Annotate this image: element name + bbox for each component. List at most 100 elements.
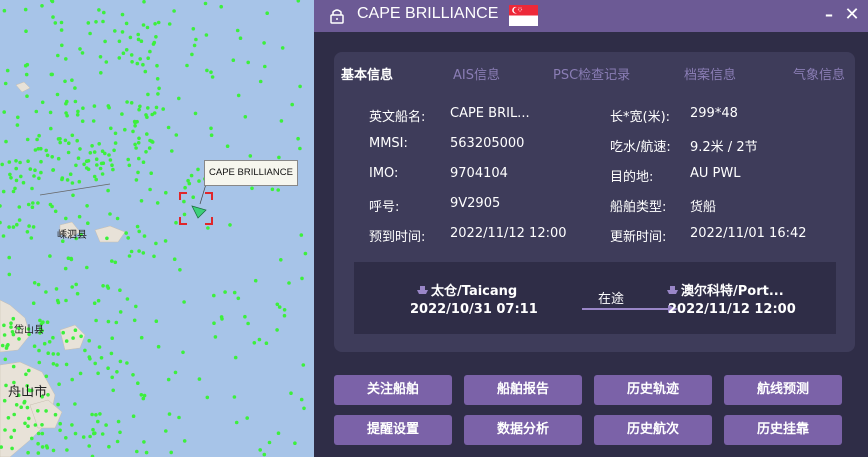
ship-dot <box>58 428 62 433</box>
ship-dot <box>238 36 243 40</box>
ship-dot <box>152 254 156 259</box>
ship-dot <box>156 344 161 349</box>
ship-dot <box>64 339 69 343</box>
ship-dot <box>152 111 157 115</box>
ship-dot <box>36 201 40 205</box>
ship-dot <box>155 201 160 205</box>
departure-port-name: 太仓/Taicang <box>431 284 518 299</box>
ship-dot <box>137 229 141 234</box>
ship-dot <box>287 281 291 285</box>
port-icon <box>417 286 428 294</box>
departure-port[interactable]: 太仓/Taicang <box>416 280 517 299</box>
ship-dot <box>296 136 300 141</box>
ship-dot <box>133 142 137 147</box>
ship-dot <box>146 56 150 60</box>
ship-dot <box>133 124 137 128</box>
ship-dot <box>252 341 257 345</box>
ship-dot <box>172 9 176 13</box>
ship-dot <box>117 56 122 60</box>
ship-dot <box>137 249 141 253</box>
ship-dot <box>141 160 146 164</box>
ship-dot <box>76 109 80 114</box>
ship-dot <box>197 179 201 183</box>
ship-dot <box>33 148 38 152</box>
ship-dot <box>146 92 150 97</box>
ship-dot <box>136 170 140 175</box>
ship-dot <box>58 137 62 141</box>
alert-settings-button[interactable]: 提醒设置 <box>334 415 452 445</box>
tab-basic-info[interactable]: 基本信息 <box>341 64 393 83</box>
eta-value: 2022/11/12 12:00 <box>450 226 567 241</box>
tab-archive-info[interactable]: 档案信息 <box>684 64 736 83</box>
ship-dot <box>105 284 110 289</box>
ship-dot <box>177 96 181 101</box>
ship-dot <box>301 363 306 367</box>
ship-dot <box>113 141 118 145</box>
lock-icon[interactable] <box>328 7 346 25</box>
ship-dot <box>109 126 113 131</box>
ship-dot <box>1 189 6 194</box>
ship-dot <box>154 35 158 39</box>
follow-ship-button[interactable]: 关注船舶 <box>334 375 452 405</box>
ship-dot <box>82 162 86 167</box>
ship-dot <box>186 178 190 183</box>
ship-dot <box>134 178 139 182</box>
ship-dot <box>177 415 181 420</box>
close-button[interactable]: ✕ <box>844 5 860 25</box>
ship-dot <box>275 302 280 307</box>
ship-dot <box>56 156 61 161</box>
ship-dot <box>70 285 74 289</box>
tab-ais-info[interactable]: AIS信息 <box>453 64 500 83</box>
ship-dot <box>166 125 171 130</box>
ship-dot <box>107 153 111 157</box>
port-icon <box>667 286 678 294</box>
ship-dot <box>97 142 101 146</box>
ship-dot <box>289 391 293 396</box>
ship-dot <box>64 57 68 61</box>
ship-dot <box>95 163 99 167</box>
ship-dot <box>120 12 125 17</box>
ship-dot <box>2 398 7 403</box>
ship-dot <box>117 39 122 44</box>
ship-dot <box>26 450 30 455</box>
ship-dot <box>51 448 56 453</box>
ship-report-button[interactable]: 船舶报告 <box>464 375 582 405</box>
ship-dot <box>205 68 209 73</box>
ship-dot <box>64 298 68 303</box>
history-port-calls-button[interactable]: 历史挂靠 <box>724 415 842 445</box>
ship-dot <box>44 374 49 379</box>
ship-dot <box>110 163 114 167</box>
ship-dot <box>107 444 111 449</box>
data-analysis-button[interactable]: 数据分析 <box>464 415 582 445</box>
ship-dot <box>91 427 95 432</box>
ship-dot <box>185 63 189 68</box>
ship-dot <box>64 436 68 440</box>
ship-dot <box>107 105 111 110</box>
ship-dot <box>87 444 91 448</box>
ship-dot <box>125 100 129 104</box>
arrival-port[interactable]: 澳尔科特/Port... <box>666 280 784 299</box>
ship-dot <box>67 141 71 145</box>
ship-dot <box>118 310 123 314</box>
ship-dot <box>70 181 75 185</box>
history-voyages-button[interactable]: 历史航次 <box>594 415 712 445</box>
ship-dot <box>148 49 152 54</box>
departure-time: 2022/10/31 07:11 <box>410 302 538 317</box>
ship-dot <box>228 223 232 227</box>
ship-name-tag[interactable]: CAPE BRILLIANCE <box>204 160 298 186</box>
tab-weather-info[interactable]: 气象信息 <box>793 64 845 83</box>
ship-dot <box>23 63 28 68</box>
history-track-button[interactable]: 历史轨迹 <box>594 375 712 405</box>
ship-dot <box>191 195 195 199</box>
ship-dot <box>115 216 120 221</box>
ship-dot <box>44 444 49 448</box>
minimize-button[interactable]: – <box>822 5 836 25</box>
ship-dot <box>15 123 20 127</box>
ship-dot <box>232 395 237 399</box>
tab-psc-records[interactable]: PSC检查记录 <box>553 64 630 83</box>
ship-dot <box>9 325 13 329</box>
ship-dot <box>293 441 297 446</box>
route-forecast-button[interactable]: 航线预测 <box>724 375 842 405</box>
ship-dot <box>73 86 77 90</box>
ship-dot <box>68 172 73 176</box>
